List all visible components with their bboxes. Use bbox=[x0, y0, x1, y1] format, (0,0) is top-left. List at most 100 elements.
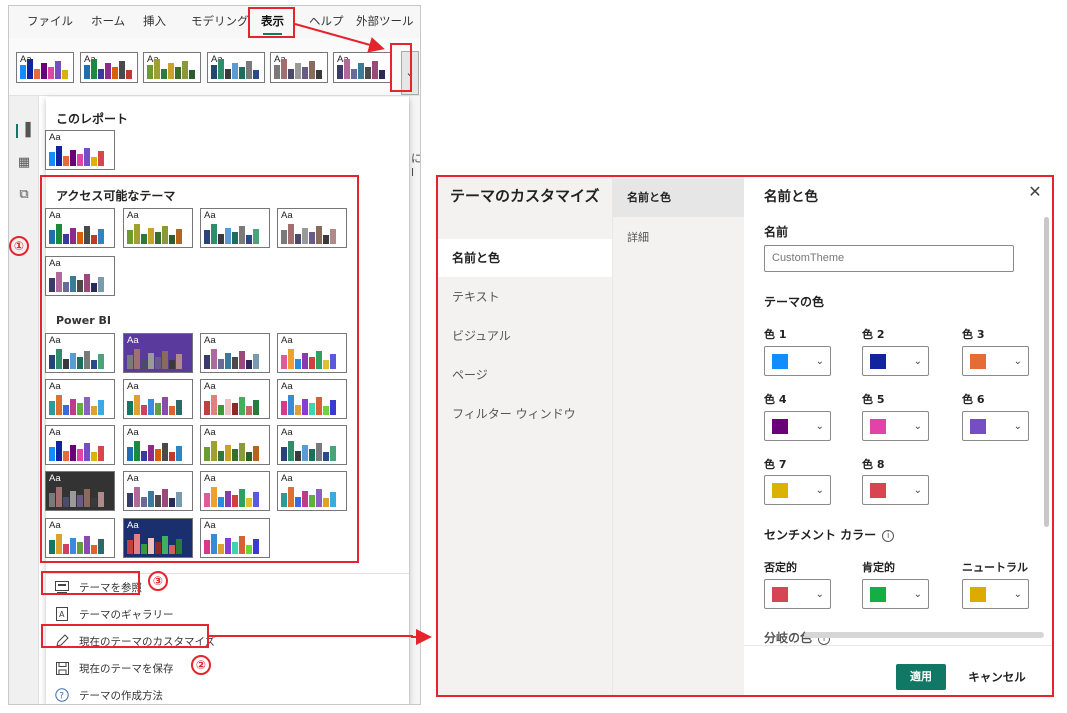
theme-thumbnail-bars bbox=[204, 393, 259, 415]
positive-color-picker[interactable]: ⌄ bbox=[862, 579, 929, 609]
theme-thumbnail-bars bbox=[204, 222, 259, 244]
vertical-scrollbar[interactable] bbox=[1044, 217, 1049, 527]
browse-theme-icon bbox=[54, 579, 70, 595]
nav-text[interactable]: テキスト bbox=[438, 278, 612, 316]
theme-thumbnail[interactable]: Aa bbox=[200, 425, 270, 465]
theme-thumbnail[interactable]: Aa bbox=[45, 425, 115, 465]
theme-thumbnail[interactable]: Aa bbox=[45, 379, 115, 419]
color-8-picker[interactable]: ⌄ bbox=[862, 475, 929, 505]
close-icon[interactable]: ✕ bbox=[1026, 183, 1044, 201]
theme-thumbnail-bars bbox=[127, 393, 182, 415]
color-2-picker[interactable]: ⌄ bbox=[862, 346, 929, 376]
color-6-swatch bbox=[970, 419, 986, 434]
section-this-report: このレポート bbox=[56, 112, 129, 126]
theme-thumbnail[interactable]: Aa bbox=[123, 208, 193, 248]
dialog-main: 名前と色 ✕ 名前 CustomTheme テーマの色 色 1 ⌄ 色 2 ⌄ … bbox=[744, 177, 1052, 695]
theme-gallery-icon: A bbox=[54, 606, 70, 622]
color-3-picker[interactable]: ⌄ bbox=[962, 346, 1029, 376]
color-4-swatch bbox=[772, 419, 788, 434]
tab-file[interactable]: ファイル bbox=[27, 13, 73, 29]
theme-thumbnail[interactable]: Aa bbox=[45, 256, 115, 296]
model-view-icon[interactable]: ⧉ bbox=[16, 188, 32, 202]
subnav-advanced[interactable]: 詳細 bbox=[613, 219, 745, 257]
nav-filter-pane[interactable]: フィルター ウィンドウ bbox=[438, 395, 612, 433]
svg-text:A: A bbox=[59, 610, 65, 619]
theme-thumbnail[interactable]: Aa bbox=[45, 130, 115, 170]
nav-visuals[interactable]: ビジュアル bbox=[438, 317, 612, 355]
color-4-picker[interactable]: ⌄ bbox=[764, 411, 831, 441]
color-7-picker[interactable]: ⌄ bbox=[764, 475, 831, 505]
section-power-bi: Power BI bbox=[56, 314, 111, 327]
theme-gallery-item[interactable]: A テーマのギャラリー bbox=[54, 603, 174, 625]
neutral-color-picker[interactable]: ⌄ bbox=[962, 579, 1029, 609]
browse-theme-item[interactable]: テーマを参照 bbox=[54, 576, 142, 598]
color-5-picker[interactable]: ⌄ bbox=[862, 411, 929, 441]
color-1-picker[interactable]: ⌄ bbox=[764, 346, 831, 376]
color-5-swatch bbox=[870, 419, 886, 434]
theme-thumbnail[interactable]: Aa bbox=[277, 471, 347, 511]
theme-thumbnail-label: Aa bbox=[127, 520, 139, 531]
color-2-swatch bbox=[870, 354, 886, 369]
theme-thumbnail[interactable]: Aa bbox=[80, 52, 138, 83]
chevron-down-icon: ⌄ bbox=[815, 485, 824, 496]
theme-thumbnail[interactable]: Aa bbox=[45, 518, 115, 558]
subnav-name-and-colors[interactable]: 名前と色 bbox=[613, 179, 745, 217]
tab-modeling[interactable]: モデリング bbox=[191, 13, 249, 29]
theme-thumbnail[interactable]: Aa bbox=[277, 425, 347, 465]
nav-name-and-colors[interactable]: 名前と色 bbox=[438, 239, 612, 277]
theme-name-input[interactable]: CustomTheme bbox=[764, 245, 1014, 272]
report-view-icon[interactable]: ▐ bbox=[16, 124, 32, 138]
theme-thumbnail[interactable]: Aa bbox=[123, 471, 193, 511]
theme-thumbnail[interactable]: Aa bbox=[200, 471, 270, 511]
theme-thumbnail[interactable]: Aa bbox=[277, 379, 347, 419]
nav-page[interactable]: ページ bbox=[438, 356, 612, 394]
apply-button[interactable]: 適用 bbox=[896, 664, 946, 690]
theme-thumbnail[interactable]: Aa bbox=[123, 518, 193, 558]
tab-home[interactable]: ホーム bbox=[91, 13, 125, 29]
theme-thumbnail-label: Aa bbox=[127, 427, 139, 438]
tab-view[interactable]: 表示 bbox=[261, 13, 284, 35]
theme-thumbnail[interactable]: Aa bbox=[333, 52, 391, 83]
horizontal-scrollbar[interactable] bbox=[804, 632, 1044, 638]
theme-thumbnail-label: Aa bbox=[204, 427, 216, 438]
gallery-divider bbox=[46, 573, 409, 574]
negative-swatch bbox=[772, 587, 788, 602]
theme-thumbnail[interactable]: Aa bbox=[143, 52, 201, 83]
tab-insert[interactable]: 挿入 bbox=[143, 13, 166, 29]
tab-help[interactable]: ヘルプ bbox=[309, 13, 344, 29]
theme-thumbnail[interactable]: Aa bbox=[277, 333, 347, 373]
theme-thumbnail[interactable]: Aa bbox=[16, 52, 74, 83]
theme-thumbnail-bars bbox=[337, 57, 385, 79]
chevron-down-icon: ⌄ bbox=[815, 421, 824, 432]
theme-thumbnail[interactable]: Aa bbox=[45, 333, 115, 373]
cancel-button[interactable]: キャンセル bbox=[964, 664, 1030, 690]
negative-color-picker[interactable]: ⌄ bbox=[764, 579, 831, 609]
ribbon-tabs: ファイル ホーム 挿入 モデリング 表示 ヘルプ 外部ツール bbox=[9, 6, 420, 38]
positive-swatch bbox=[870, 587, 886, 602]
theme-gallery-expand-button[interactable]: ⌄ bbox=[401, 51, 419, 95]
theme-thumbnail[interactable]: Aa bbox=[45, 471, 115, 511]
color-1-swatch bbox=[772, 354, 788, 369]
how-to-theme-item[interactable]: ? テーマの作成方法 bbox=[54, 684, 163, 704]
theme-thumbnail[interactable]: Aa bbox=[123, 425, 193, 465]
theme-thumbnail[interactable]: Aa bbox=[277, 208, 347, 248]
theme-thumbnail[interactable]: Aa bbox=[45, 208, 115, 248]
color-6-label: 色 6 bbox=[962, 393, 985, 406]
tab-external-tools[interactable]: 外部ツール bbox=[356, 13, 414, 29]
info-icon[interactable]: i bbox=[882, 530, 895, 542]
theme-thumbnail[interactable]: Aa bbox=[200, 518, 270, 558]
theme-thumbnail[interactable]: Aa bbox=[200, 333, 270, 373]
theme-thumbnail[interactable]: Aa bbox=[270, 52, 328, 83]
svg-text:?: ? bbox=[59, 692, 64, 702]
customize-theme-item[interactable]: 現在のテーマのカスタマイズ bbox=[54, 630, 215, 652]
save-theme-item[interactable]: 現在のテーマを保存 bbox=[54, 657, 174, 679]
theme-thumbnail[interactable]: Aa bbox=[123, 379, 193, 419]
color-6-picker[interactable]: ⌄ bbox=[962, 411, 1029, 441]
theme-thumbnail[interactable]: Aa bbox=[200, 379, 270, 419]
theme-thumbnail-label: Aa bbox=[204, 520, 216, 531]
theme-thumbnail[interactable]: Aa bbox=[207, 52, 265, 83]
table-view-icon[interactable]: ▦ bbox=[16, 156, 32, 170]
theme-thumbnail-label: Aa bbox=[204, 473, 216, 484]
theme-thumbnail[interactable]: Aa bbox=[123, 333, 193, 373]
theme-thumbnail[interactable]: Aa bbox=[200, 208, 270, 248]
